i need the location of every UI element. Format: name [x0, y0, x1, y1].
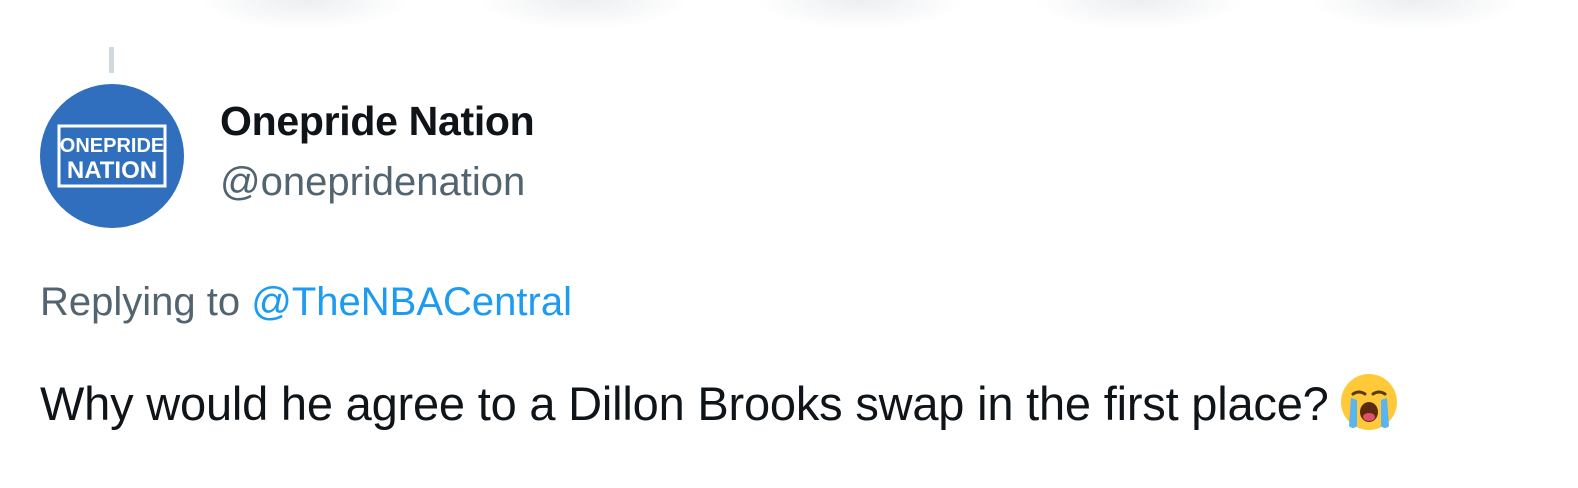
fade-blob [1310, 0, 1520, 30]
loudly-crying-face-icon [1339, 372, 1399, 443]
avatar-logo-line1: ONEPRIDE [60, 135, 164, 157]
fade-blob [200, 0, 410, 30]
previous-tweet-action-bar-fade [200, 0, 1520, 30]
fade-blob [1032, 0, 1243, 30]
fade-blob [755, 0, 965, 30]
avatar-logo-line2: NATION [67, 157, 157, 184]
reply-mention-link[interactable]: @TheNBACentral [251, 280, 572, 324]
fade-blob [477, 0, 688, 30]
tweet-text: Why would he agree to a Dillon Brooks sw… [40, 377, 1329, 430]
replying-to-line: Replying to @TheNBACentral [40, 280, 572, 325]
author-handle[interactable]: @onepridenation [220, 160, 525, 205]
tweet-body: Why would he agree to a Dillon Brooks sw… [40, 372, 1399, 443]
author-display-name[interactable]: Onepride Nation [220, 98, 535, 145]
replying-to-label: Replying to [40, 280, 252, 324]
thread-connector-line [109, 47, 114, 73]
onepride-logo: ONEPRIDE NATION [57, 124, 167, 188]
avatar[interactable]: ONEPRIDE NATION [40, 84, 184, 228]
